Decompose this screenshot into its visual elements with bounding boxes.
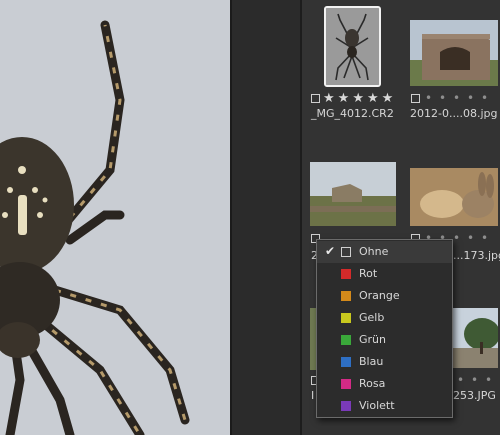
color-swatch	[341, 357, 351, 367]
menu-item-violett[interactable]: Violett	[317, 395, 452, 417]
thumbnail-image	[410, 20, 498, 86]
menu-item-rot[interactable]: Rot	[317, 263, 452, 285]
panel-gap	[232, 0, 300, 435]
menu-item-label: Gelb	[359, 311, 385, 324]
color-label-checkbox[interactable]	[311, 93, 320, 103]
thumbnail-2[interactable]	[410, 20, 498, 86]
thumbnail-filename: I	[311, 389, 315, 402]
menu-item-label: Rosa	[359, 377, 386, 390]
menu-item-orange[interactable]: Orange	[317, 285, 452, 307]
color-swatch	[341, 247, 351, 257]
menu-item-label: Rot	[359, 267, 378, 280]
menu-item-label: Orange	[359, 289, 400, 302]
thumbnail-6[interactable]	[452, 308, 498, 368]
thumbnail-image	[452, 308, 498, 368]
color-swatch	[341, 291, 351, 301]
spider-image	[0, 0, 230, 435]
menu-item-ohne[interactable]: ✔ Ohne	[317, 241, 452, 263]
menu-item-label: Violett	[359, 399, 395, 412]
menu-item-gelb[interactable]: Gelb	[317, 307, 452, 329]
color-label-menu: ✔ Ohne Rot Orange Gelb Grün Blau Rosa Vi…	[316, 239, 453, 418]
thumbnail-filename: 253.JPG	[453, 389, 496, 402]
thumbnail-image	[326, 8, 379, 85]
image-preview	[0, 0, 230, 435]
thumbnail-3[interactable]	[310, 162, 396, 226]
color-label-checkbox[interactable]	[411, 93, 420, 103]
color-swatch	[341, 313, 351, 323]
menu-item-label: Ohne	[359, 245, 389, 258]
menu-item-label: Blau	[359, 355, 384, 368]
color-swatch	[341, 379, 351, 389]
menu-item-blau[interactable]: Blau	[317, 351, 452, 373]
star-icon[interactable]: ★	[323, 92, 335, 105]
thumbnail-filename: ...173.jpg	[453, 249, 500, 262]
rating-row-2: • • • • •	[411, 91, 490, 105]
menu-item-rosa[interactable]: Rosa	[317, 373, 452, 395]
star-icon[interactable]: ★	[367, 92, 379, 105]
thumbnail-4[interactable]	[410, 168, 498, 226]
color-swatch	[341, 401, 351, 411]
checkmark-icon: ✔	[325, 244, 336, 258]
thumbnail-image	[310, 162, 396, 226]
thumbnail-1[interactable]	[324, 6, 381, 87]
color-swatch	[341, 269, 351, 279]
star-icon[interactable]: ★	[382, 92, 394, 105]
star-icon[interactable]: ★	[352, 92, 364, 105]
thumbnail-filename: _MG_4012.CR2	[311, 107, 394, 120]
star-icon[interactable]: ★	[338, 92, 350, 105]
thumbnail-image	[410, 168, 498, 226]
menu-item-gruen[interactable]: Grün	[317, 329, 452, 351]
rating-row-6: • • •	[456, 373, 493, 387]
menu-item-label: Grün	[359, 333, 386, 346]
rating-row-1: ★ ★ ★ ★ ★	[311, 91, 393, 105]
thumbnail-filename: 2012-0....08.jpg	[410, 107, 498, 120]
color-swatch	[341, 335, 351, 345]
